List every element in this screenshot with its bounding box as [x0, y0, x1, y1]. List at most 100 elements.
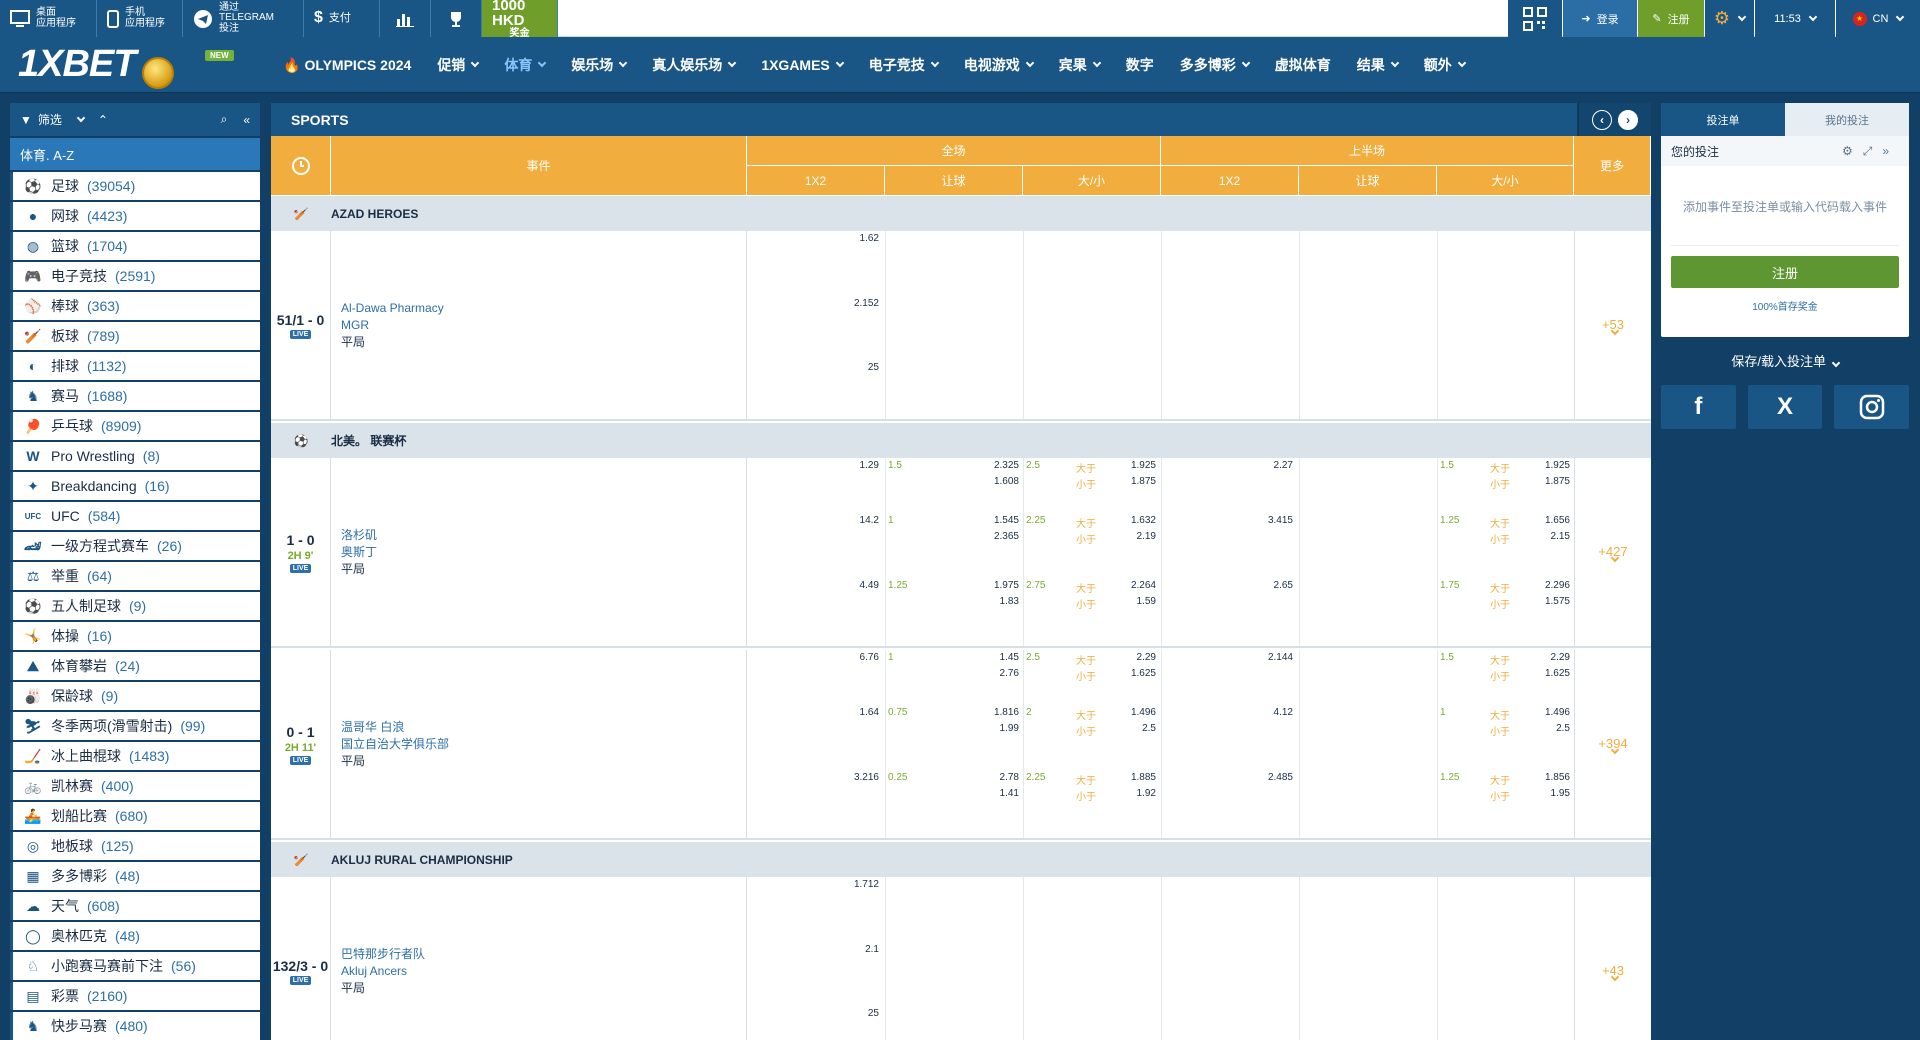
next-arrow-icon[interactable]: › — [1618, 109, 1638, 130]
odds-cell[interactable]: 2.76 — [961, 668, 1019, 679]
odds-cell[interactable]: 1.885 — [1116, 772, 1156, 783]
sidebar-sport-item[interactable]: ⚖ 举重 (64) — [10, 562, 260, 590]
team-2[interactable]: MGR — [341, 317, 746, 334]
odds-cell[interactable]: 1.925 — [1116, 460, 1156, 471]
odds-cell[interactable]: 1.41 — [961, 788, 1019, 799]
x-twitter-icon[interactable]: X — [1747, 385, 1823, 429]
odds-cell[interactable]: 3.415 — [1221, 515, 1293, 526]
nav-live-casino[interactable]: 真人娱乐场 — [639, 37, 748, 93]
odds-cell[interactable]: 1.59 — [1116, 596, 1156, 607]
odds-cell[interactable]: 1.575 — [1530, 596, 1570, 607]
nav-tv-games[interactable]: 电视游戏 — [951, 37, 1046, 93]
sidebar-sport-item[interactable]: 🎳 保龄球 (9) — [10, 682, 260, 710]
event-teams[interactable]: 洛杉矶 奥斯丁 平局 — [331, 458, 747, 646]
odds-cell[interactable]: 1.5 — [888, 460, 928, 471]
league-row[interactable]: ⚽ 北美。 联赛杯 — [271, 423, 1651, 458]
odds-cell[interactable]: 2.152 — [811, 298, 879, 309]
first-deposit-bonus-link[interactable]: 100%首存奖金 — [1661, 298, 1909, 313]
prev-arrow-icon[interactable]: ‹ — [1592, 109, 1612, 130]
nav-sports[interactable]: 体育 — [491, 37, 558, 93]
sidebar-sport-item[interactable]: ⛷ 冬季两项(滑雪射击) (99) — [10, 712, 260, 740]
team-1[interactable]: 温哥华 白浪 — [341, 719, 746, 736]
sidebar-sport-item[interactable]: UFC UFC (584) — [10, 502, 260, 530]
odds-cell[interactable]: 25 — [811, 362, 879, 373]
settings-button[interactable]: ⚙ — [1705, 0, 1754, 37]
odds-cell[interactable]: 2 — [1026, 707, 1066, 718]
sidebar-sport-item[interactable]: ◯ 奥林匹克 (48) — [10, 922, 260, 950]
nav-olympics[interactable]: 🔥 OLYMPICS 2024 — [270, 37, 424, 93]
login-button[interactable]: ➜ 登录 — [1563, 0, 1637, 37]
odds-cell[interactable]: 1.625 — [1116, 668, 1156, 679]
odds-cell[interactable]: 1.875 — [1530, 476, 1570, 487]
odds-cell[interactable]: 3.216 — [811, 772, 879, 783]
team-1[interactable]: 巴特那步行者队 — [341, 946, 746, 963]
nav-virtual-sports[interactable]: 虚拟体育 — [1262, 37, 1344, 93]
more-markets[interactable]: +394 — [1574, 650, 1651, 838]
sidebar-sport-item[interactable]: 🚣 划船比赛 (680) — [10, 802, 260, 830]
sidebar-sport-item[interactable]: ▦ 多多博彩 (48) — [10, 862, 260, 890]
odds-cell[interactable]: 1.632 — [1116, 515, 1156, 526]
nav-casino[interactable]: 娱乐场 — [558, 37, 639, 93]
sidebar-sport-item[interactable]: 🏒 冰上曲棍球 (1483) — [10, 742, 260, 770]
logo[interactable]: 1XBET — [18, 43, 174, 89]
stats-button[interactable] — [380, 0, 431, 37]
mobile-app-button[interactable]: 手机 应用程序 — [97, 0, 183, 37]
sidebar-sport-item[interactable]: ◍ 篮球 (1704) — [10, 232, 260, 260]
filter-label[interactable]: 筛选 — [38, 111, 62, 128]
odds-cell[interactable]: 2.29 — [1530, 652, 1570, 663]
odds-cell[interactable]: 2.25 — [1026, 515, 1066, 526]
sidebar-sport-item[interactable]: ◎ 地板球 (125) — [10, 832, 260, 860]
odds-cell[interactable]: 1.856 — [1530, 772, 1570, 783]
qr-button[interactable] — [1508, 0, 1562, 37]
odds-cell[interactable]: 2.15 — [1530, 531, 1570, 542]
trophy-button[interactable] — [431, 0, 482, 37]
instagram-icon[interactable] — [1834, 385, 1910, 429]
sidebar-sport-item[interactable]: ✦ Breakdancing (16) — [10, 472, 260, 500]
odds-cell[interactable]: 1.99 — [961, 723, 1019, 734]
odds-cell[interactable]: 2.29 — [1116, 652, 1156, 663]
odds-cell[interactable]: 1.62 — [811, 233, 879, 244]
odds-cell[interactable]: 1.25 — [888, 580, 928, 591]
odds-cell[interactable]: 25 — [811, 1008, 879, 1019]
sidebar-sport-item[interactable]: ☁ 天气 (608) — [10, 892, 260, 920]
odds-cell[interactable]: 2.75 — [1026, 580, 1066, 591]
odds-cell[interactable]: 1.496 — [1530, 707, 1570, 718]
odds-cell[interactable]: 1.64 — [811, 707, 879, 718]
odds-cell[interactable]: 1 — [888, 515, 928, 526]
odds-cell[interactable]: 2.19 — [1116, 531, 1156, 542]
search-icon[interactable]: ⌕ — [221, 112, 228, 127]
odds-cell[interactable]: 14.2 — [811, 515, 879, 526]
odds-cell[interactable]: 1.712 — [811, 879, 879, 890]
team-1[interactable]: Al-Dawa Pharmacy — [341, 300, 746, 317]
odds-cell[interactable]: 2.264 — [1116, 580, 1156, 591]
more-markets[interactable]: +53 — [1574, 231, 1651, 419]
odds-cell[interactable]: 1.608 — [961, 476, 1019, 487]
sidebar-sport-item[interactable]: ♘ 小跑赛马赛前下注 (56) — [10, 952, 260, 980]
filter-icon[interactable]: ▼ — [20, 113, 32, 127]
odds-cell[interactable]: 2.65 — [1221, 580, 1293, 591]
nav-results[interactable]: 结果 — [1344, 37, 1411, 93]
odds-cell[interactable]: 2.365 — [961, 531, 1019, 542]
desktop-app-button[interactable]: 桌面 应用程序 — [0, 0, 97, 37]
tab-bet-slip[interactable]: 投注单 — [1661, 103, 1785, 136]
sidebar-sport-item[interactable]: 🏓 乒乓球 (8909) — [10, 412, 260, 440]
chevron-up-icon[interactable]: ⌃ — [98, 113, 108, 127]
odds-cell[interactable]: 2.1 — [811, 944, 879, 955]
team-2[interactable]: 国立自治大学俱乐部 — [341, 736, 746, 753]
odds-cell[interactable]: 2.5 — [1026, 460, 1066, 471]
nav-esports[interactable]: 电子竞技 — [856, 37, 951, 93]
odds-cell[interactable]: 0.75 — [888, 707, 928, 718]
team-1[interactable]: 洛杉矶 — [341, 527, 746, 544]
odds-cell[interactable]: 1 — [888, 652, 928, 663]
odds-cell[interactable]: 1.25 — [1440, 515, 1480, 526]
odds-cell[interactable]: 2.5 — [1026, 652, 1066, 663]
odds-cell[interactable]: 1.83 — [961, 596, 1019, 607]
odds-cell[interactable]: 2.25 — [1026, 772, 1066, 783]
sidebar-sport-item[interactable]: 🚲 凯林赛 (400) — [10, 772, 260, 800]
odds-cell[interactable]: 1.656 — [1530, 515, 1570, 526]
odds-cell[interactable]: 1.875 — [1116, 476, 1156, 487]
odds-cell[interactable]: 2.78 — [961, 772, 1019, 783]
odds-cell[interactable]: 6.76 — [811, 652, 879, 663]
odds-cell[interactable]: 1.925 — [1530, 460, 1570, 471]
odds-cell[interactable]: 2.325 — [961, 460, 1019, 471]
